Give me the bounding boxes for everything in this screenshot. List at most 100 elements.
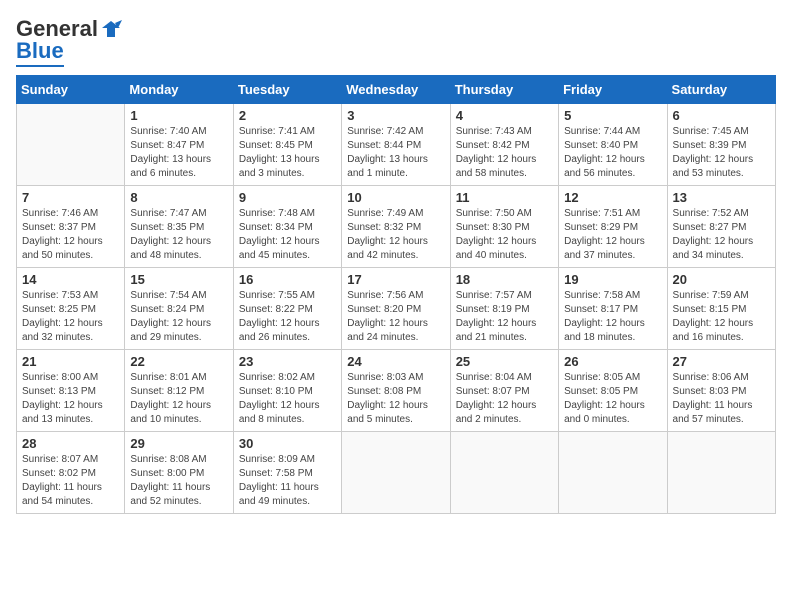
calendar-cell: 14 Sunrise: 7:53 AMSunset: 8:25 PMDaylig… <box>17 268 125 350</box>
calendar-cell: 12 Sunrise: 7:51 AMSunset: 8:29 PMDaylig… <box>559 186 667 268</box>
cell-content: Sunrise: 8:07 AMSunset: 8:02 PMDaylight:… <box>22 453 119 509</box>
calendar-cell: 20 Sunrise: 7:59 AMSunset: 8:15 PMDaylig… <box>667 268 775 350</box>
calendar-cell: 21 Sunrise: 8:00 AMSunset: 8:13 PMDaylig… <box>17 350 125 432</box>
cell-content: Sunrise: 8:05 AMSunset: 8:05 PMDaylight:… <box>564 371 661 427</box>
cell-content: Sunrise: 7:56 AMSunset: 8:20 PMDaylight:… <box>347 289 444 345</box>
day-number: 16 <box>239 272 336 287</box>
weekday-header-thursday: Thursday <box>450 76 558 104</box>
day-number: 12 <box>564 190 661 205</box>
day-number: 19 <box>564 272 661 287</box>
cell-content: Sunrise: 7:44 AMSunset: 8:40 PMDaylight:… <box>564 125 661 181</box>
day-number: 4 <box>456 108 553 123</box>
calendar-cell: 7 Sunrise: 7:46 AMSunset: 8:37 PMDayligh… <box>17 186 125 268</box>
calendar-cell: 24 Sunrise: 8:03 AMSunset: 8:08 PMDaylig… <box>342 350 450 432</box>
day-number: 8 <box>130 190 227 205</box>
calendar-cell <box>667 432 775 514</box>
cell-content: Sunrise: 7:47 AMSunset: 8:35 PMDaylight:… <box>130 207 227 263</box>
day-number: 17 <box>347 272 444 287</box>
cell-content: Sunrise: 7:52 AMSunset: 8:27 PMDaylight:… <box>673 207 770 263</box>
logo-blue: Blue <box>16 38 64 63</box>
calendar-cell: 13 Sunrise: 7:52 AMSunset: 8:27 PMDaylig… <box>667 186 775 268</box>
cell-content: Sunrise: 7:42 AMSunset: 8:44 PMDaylight:… <box>347 125 444 181</box>
weekday-header-saturday: Saturday <box>667 76 775 104</box>
day-number: 23 <box>239 354 336 369</box>
cell-content: Sunrise: 7:54 AMSunset: 8:24 PMDaylight:… <box>130 289 227 345</box>
calendar-cell: 8 Sunrise: 7:47 AMSunset: 8:35 PMDayligh… <box>125 186 233 268</box>
day-number: 14 <box>22 272 119 287</box>
calendar-cell: 18 Sunrise: 7:57 AMSunset: 8:19 PMDaylig… <box>450 268 558 350</box>
cell-content: Sunrise: 7:53 AMSunset: 8:25 PMDaylight:… <box>22 289 119 345</box>
calendar-cell: 16 Sunrise: 7:55 AMSunset: 8:22 PMDaylig… <box>233 268 341 350</box>
cell-content: Sunrise: 7:40 AMSunset: 8:47 PMDaylight:… <box>130 125 227 181</box>
cell-content: Sunrise: 7:59 AMSunset: 8:15 PMDaylight:… <box>673 289 770 345</box>
calendar-cell: 27 Sunrise: 8:06 AMSunset: 8:03 PMDaylig… <box>667 350 775 432</box>
day-number: 15 <box>130 272 227 287</box>
day-number: 3 <box>347 108 444 123</box>
cell-content: Sunrise: 7:57 AMSunset: 8:19 PMDaylight:… <box>456 289 553 345</box>
cell-content: Sunrise: 7:45 AMSunset: 8:39 PMDaylight:… <box>673 125 770 181</box>
calendar-cell: 10 Sunrise: 7:49 AMSunset: 8:32 PMDaylig… <box>342 186 450 268</box>
day-number: 28 <box>22 436 119 451</box>
cell-content: Sunrise: 8:06 AMSunset: 8:03 PMDaylight:… <box>673 371 770 427</box>
calendar-cell: 19 Sunrise: 7:58 AMSunset: 8:17 PMDaylig… <box>559 268 667 350</box>
day-number: 5 <box>564 108 661 123</box>
day-number: 9 <box>239 190 336 205</box>
calendar-cell: 29 Sunrise: 8:08 AMSunset: 8:00 PMDaylig… <box>125 432 233 514</box>
day-number: 25 <box>456 354 553 369</box>
calendar-cell: 25 Sunrise: 8:04 AMSunset: 8:07 PMDaylig… <box>450 350 558 432</box>
weekday-header-monday: Monday <box>125 76 233 104</box>
weekday-header-wednesday: Wednesday <box>342 76 450 104</box>
cell-content: Sunrise: 7:46 AMSunset: 8:37 PMDaylight:… <box>22 207 119 263</box>
day-number: 11 <box>456 190 553 205</box>
calendar-cell <box>559 432 667 514</box>
cell-content: Sunrise: 8:04 AMSunset: 8:07 PMDaylight:… <box>456 371 553 427</box>
calendar-cell: 3 Sunrise: 7:42 AMSunset: 8:44 PMDayligh… <box>342 104 450 186</box>
calendar-cell: 11 Sunrise: 7:50 AMSunset: 8:30 PMDaylig… <box>450 186 558 268</box>
calendar-cell: 22 Sunrise: 8:01 AMSunset: 8:12 PMDaylig… <box>125 350 233 432</box>
cell-content: Sunrise: 7:48 AMSunset: 8:34 PMDaylight:… <box>239 207 336 263</box>
cell-content: Sunrise: 7:49 AMSunset: 8:32 PMDaylight:… <box>347 207 444 263</box>
calendar-cell: 15 Sunrise: 7:54 AMSunset: 8:24 PMDaylig… <box>125 268 233 350</box>
cell-content: Sunrise: 8:01 AMSunset: 8:12 PMDaylight:… <box>130 371 227 427</box>
day-number: 21 <box>22 354 119 369</box>
weekday-header-sunday: Sunday <box>17 76 125 104</box>
day-number: 26 <box>564 354 661 369</box>
cell-content: Sunrise: 7:41 AMSunset: 8:45 PMDaylight:… <box>239 125 336 181</box>
calendar-cell: 30 Sunrise: 8:09 AMSunset: 7:58 PMDaylig… <box>233 432 341 514</box>
day-number: 18 <box>456 272 553 287</box>
calendar-cell <box>17 104 125 186</box>
calendar-cell: 5 Sunrise: 7:44 AMSunset: 8:40 PMDayligh… <box>559 104 667 186</box>
calendar-cell: 1 Sunrise: 7:40 AMSunset: 8:47 PMDayligh… <box>125 104 233 186</box>
calendar-cell: 26 Sunrise: 8:05 AMSunset: 8:05 PMDaylig… <box>559 350 667 432</box>
day-number: 24 <box>347 354 444 369</box>
day-number: 22 <box>130 354 227 369</box>
logo-bird-icon <box>100 18 122 40</box>
cell-content: Sunrise: 7:51 AMSunset: 8:29 PMDaylight:… <box>564 207 661 263</box>
day-number: 1 <box>130 108 227 123</box>
day-number: 20 <box>673 272 770 287</box>
calendar-cell <box>450 432 558 514</box>
day-number: 29 <box>130 436 227 451</box>
calendar-cell: 28 Sunrise: 8:07 AMSunset: 8:02 PMDaylig… <box>17 432 125 514</box>
cell-content: Sunrise: 8:00 AMSunset: 8:13 PMDaylight:… <box>22 371 119 427</box>
cell-content: Sunrise: 8:08 AMSunset: 8:00 PMDaylight:… <box>130 453 227 509</box>
calendar-cell: 17 Sunrise: 7:56 AMSunset: 8:20 PMDaylig… <box>342 268 450 350</box>
calendar-cell: 23 Sunrise: 8:02 AMSunset: 8:10 PMDaylig… <box>233 350 341 432</box>
calendar-cell: 2 Sunrise: 7:41 AMSunset: 8:45 PMDayligh… <box>233 104 341 186</box>
calendar-cell: 9 Sunrise: 7:48 AMSunset: 8:34 PMDayligh… <box>233 186 341 268</box>
cell-content: Sunrise: 8:02 AMSunset: 8:10 PMDaylight:… <box>239 371 336 427</box>
cell-content: Sunrise: 7:43 AMSunset: 8:42 PMDaylight:… <box>456 125 553 181</box>
calendar-table: SundayMondayTuesdayWednesdayThursdayFrid… <box>16 75 776 514</box>
cell-content: Sunrise: 7:58 AMSunset: 8:17 PMDaylight:… <box>564 289 661 345</box>
day-number: 27 <box>673 354 770 369</box>
calendar-cell <box>342 432 450 514</box>
day-number: 30 <box>239 436 336 451</box>
cell-content: Sunrise: 7:50 AMSunset: 8:30 PMDaylight:… <box>456 207 553 263</box>
day-number: 6 <box>673 108 770 123</box>
cell-content: Sunrise: 8:03 AMSunset: 8:08 PMDaylight:… <box>347 371 444 427</box>
cell-content: Sunrise: 7:55 AMSunset: 8:22 PMDaylight:… <box>239 289 336 345</box>
day-number: 7 <box>22 190 119 205</box>
day-number: 10 <box>347 190 444 205</box>
day-number: 2 <box>239 108 336 123</box>
calendar-cell: 4 Sunrise: 7:43 AMSunset: 8:42 PMDayligh… <box>450 104 558 186</box>
